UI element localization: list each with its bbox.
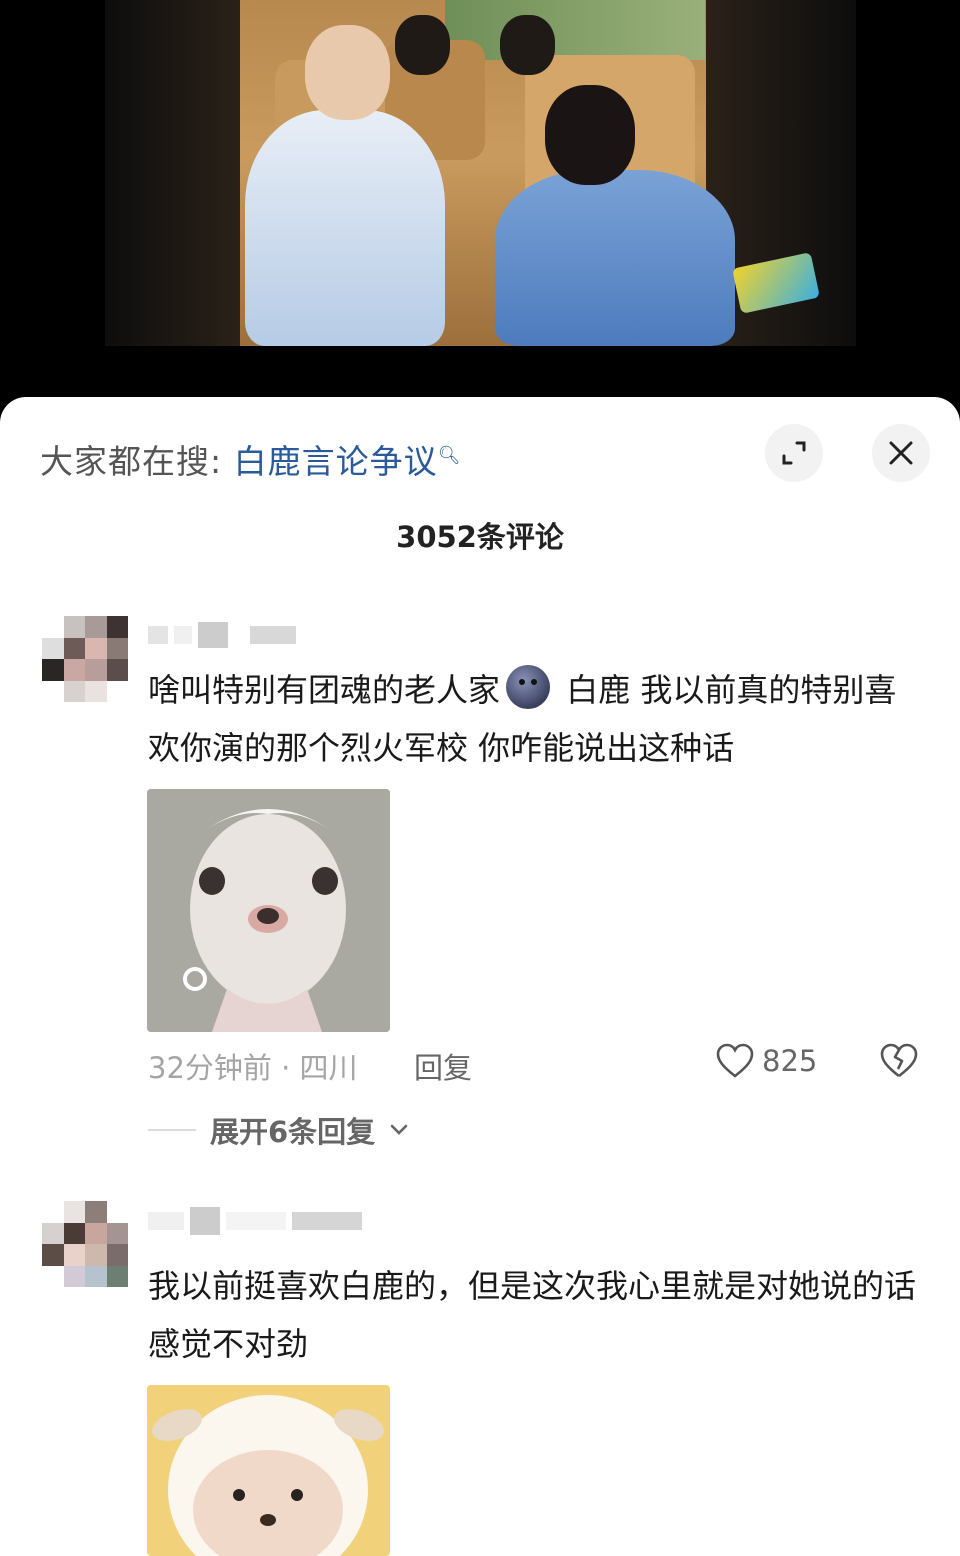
comment-meta: 32分钟前 · 四川 — [148, 1051, 358, 1085]
expand-icon — [782, 441, 806, 465]
username-blurred[interactable] — [148, 1205, 388, 1237]
close-icon — [889, 441, 913, 465]
emoji-icon — [506, 665, 551, 709]
comment-count: 3052条评论 — [396, 520, 564, 554]
heart-icon — [716, 1043, 754, 1078]
divider — [148, 1129, 196, 1131]
like-button[interactable]: 825 — [716, 1043, 817, 1079]
search-term-link[interactable]: 白鹿言论争议 — [234, 442, 438, 481]
avatar[interactable] — [42, 1201, 128, 1287]
search-suggestion[interactable]: 大家都在搜: 白鹿言论争议🔍︎ — [40, 435, 461, 483]
chevron-down-icon — [390, 1124, 408, 1135]
comment-sheet: 大家都在搜: 白鹿言论争议🔍︎ 3052条评论 啥叫特别有团魂的老人家 白鹿 我… — [0, 397, 960, 1556]
username-blurred[interactable] — [148, 619, 348, 651]
expand-replies-button[interactable]: 展开6条回复 — [148, 1109, 409, 1151]
search-icon: 🔍︎ — [437, 445, 462, 466]
expand-button[interactable] — [765, 424, 823, 482]
expand-replies-label: 展开6条回复 — [210, 1115, 376, 1149]
broken-heart-icon — [880, 1043, 918, 1078]
video-player[interactable] — [0, 0, 960, 400]
video-frame — [105, 0, 856, 346]
reply-button[interactable]: 回复 — [414, 1045, 472, 1087]
like-count: 825 — [762, 1044, 818, 1078]
comment-image-dog-meme[interactable] — [147, 789, 390, 1032]
close-button[interactable] — [872, 424, 930, 482]
avatar[interactable] — [42, 616, 128, 702]
dislike-button[interactable] — [880, 1043, 918, 1083]
search-prefix: 大家都在搜: — [40, 442, 223, 481]
comment-image-sheep-meme[interactable] — [147, 1385, 390, 1556]
comment-text: 啥叫特别有团魂的老人家 白鹿 我以前真的特别喜欢你演的那个烈火军校 你咋能说出这… — [148, 661, 918, 777]
comment-text: 我以前挺喜欢白鹿的，但是这次我心里就是对她说的话感觉不对劲 — [148, 1267, 917, 1363]
